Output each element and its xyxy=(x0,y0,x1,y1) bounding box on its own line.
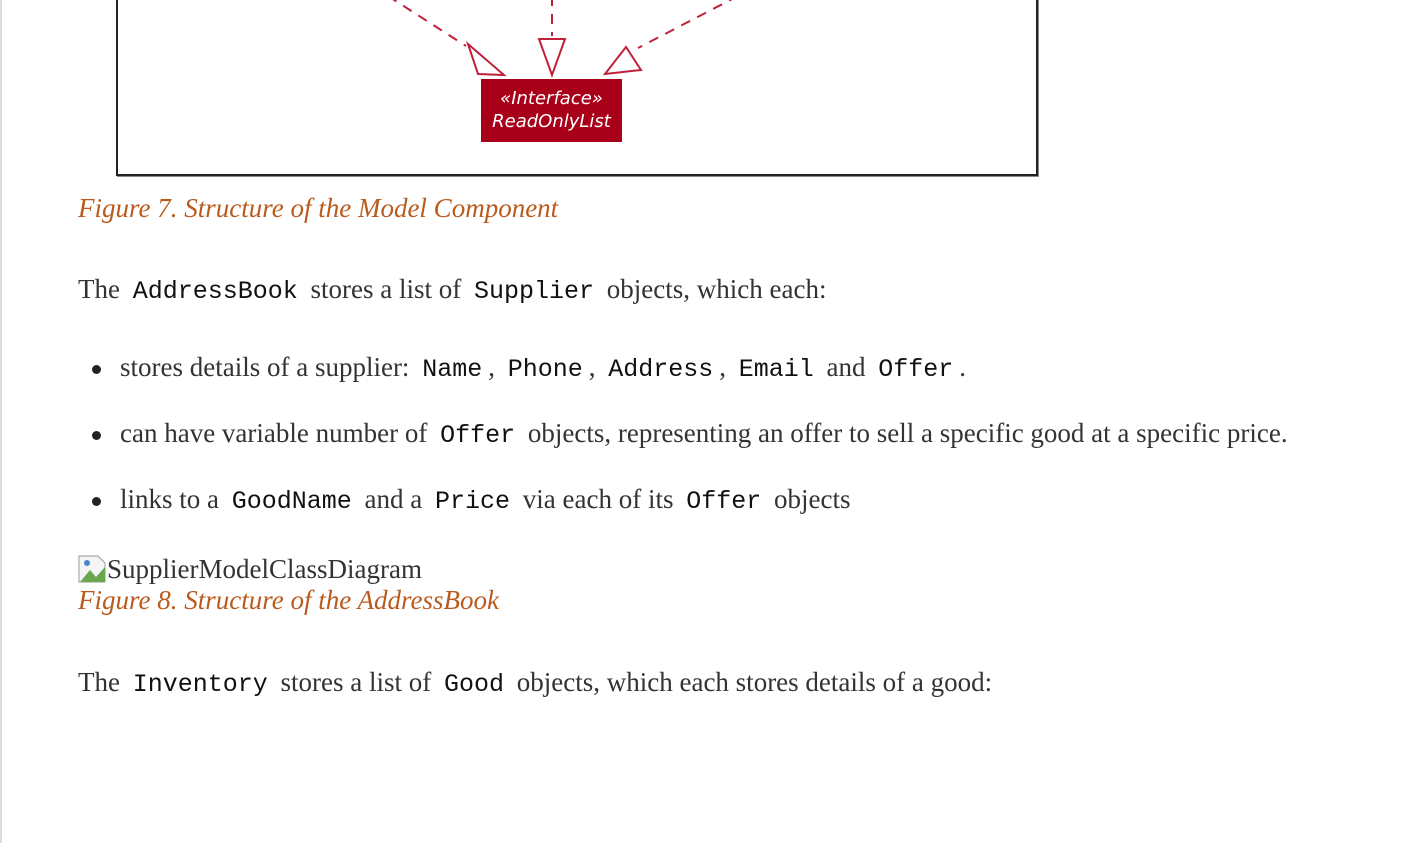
code-offer: Offer xyxy=(440,421,516,450)
code-inventory: Inventory xyxy=(132,670,268,699)
bullet3-text-4: objects xyxy=(773,484,851,514)
bullet3-text-1: links to a xyxy=(120,484,219,514)
code-offer: Offer xyxy=(686,487,762,516)
code-good: Good xyxy=(444,670,505,699)
page-left-border xyxy=(0,0,2,843)
addressbook-paragraph: The AddressBook stores a list of Supplie… xyxy=(78,272,826,309)
bullet-dot-icon xyxy=(92,497,101,506)
bullet-dot-icon xyxy=(92,365,101,374)
code-address: Address xyxy=(608,355,714,384)
figure7-caption: Figure 7. Structure of the Model Compone… xyxy=(78,193,559,223)
list-item: links to a GoodName and a Price via each… xyxy=(78,482,1288,519)
supplier-bullet-list: stores details of a supplier: Name, Phon… xyxy=(78,350,1288,548)
period: . xyxy=(959,352,967,382)
para1-text-2: stores a list of xyxy=(310,274,462,304)
bullet2-text-1: can have variable number of xyxy=(120,418,428,448)
list-item: stores details of a supplier: Name, Phon… xyxy=(78,350,1288,387)
code-addressbook: AddressBook xyxy=(132,277,298,306)
comma: , xyxy=(588,352,596,382)
para1-text-3: objects, which each: xyxy=(606,274,827,304)
list-item: can have variable number of Offer object… xyxy=(78,416,1288,453)
code-goodname: GoodName xyxy=(231,487,352,516)
comma: , xyxy=(488,352,495,382)
code-phone: Phone xyxy=(507,355,583,384)
code-price: Price xyxy=(435,487,511,516)
comma: , xyxy=(719,352,726,382)
code-email: Email xyxy=(738,355,814,384)
image-alt-text: SupplierModelClassDiagram xyxy=(107,554,422,584)
para2-text-2: stores a list of xyxy=(280,667,432,697)
model-component-diagram: «Interface» ReadOnlyList xyxy=(116,0,1038,176)
bullet-dot-icon xyxy=(92,431,101,440)
dashed-arrow-left xyxy=(392,0,467,47)
and-text: and xyxy=(826,352,866,382)
broken-image-icon xyxy=(78,555,106,583)
para2-text-1: The xyxy=(78,667,120,697)
code-supplier: Supplier xyxy=(474,277,595,306)
interface-stereotype: «Interface» xyxy=(500,88,603,109)
bullet3-text-2: and a xyxy=(364,484,423,514)
figure8-caption: Figure 8. Structure of the AddressBook xyxy=(78,585,499,615)
supplier-model-class-diagram-image: SupplierModelClassDiagram xyxy=(78,552,422,586)
inventory-paragraph: The Inventory stores a list of Good obje… xyxy=(78,665,992,702)
interface-name: ReadOnlyList xyxy=(492,111,611,132)
bullet3-text-3: via each of its xyxy=(522,484,674,514)
arrowhead-left xyxy=(465,40,507,77)
bullet1-text: stores details of a supplier: xyxy=(120,352,410,382)
arrowhead-right xyxy=(602,45,643,76)
dashed-arrow-right xyxy=(637,0,733,49)
para2-text-3: objects, which each stores details of a … xyxy=(516,667,993,697)
para1-text-1: The xyxy=(78,274,120,304)
readonlylist-interface-box: «Interface» ReadOnlyList xyxy=(481,79,622,142)
bullet2-text-2: objects, representing an offer to sell a… xyxy=(527,418,1288,448)
arrowhead-center xyxy=(537,38,567,78)
code-offer: Offer xyxy=(878,355,954,384)
code-name: Name xyxy=(422,355,483,384)
